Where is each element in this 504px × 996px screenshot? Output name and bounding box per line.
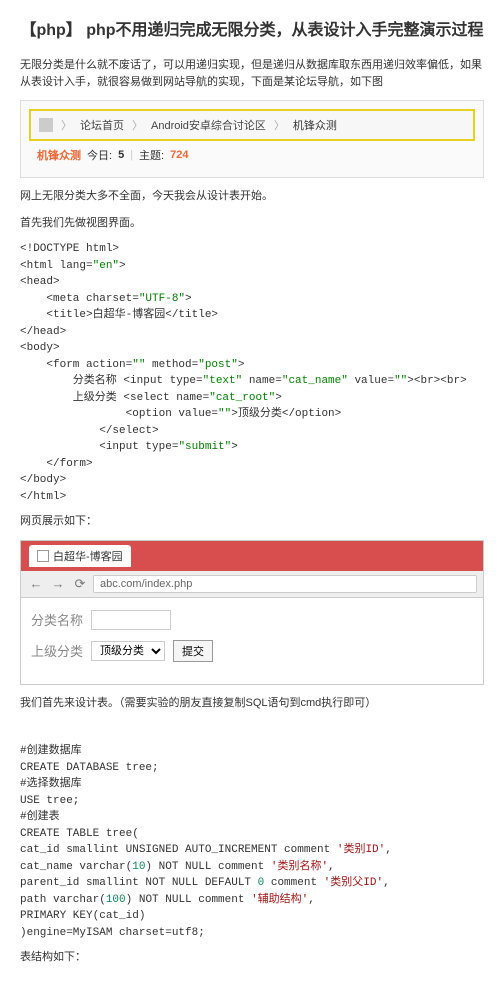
paragraph: 网上无限分类大多不全面，今天我会从设计表开始。 [20, 188, 484, 205]
breadcrumb: 〉 论坛首页 〉 Android安卓综合讨论区 〉 机锋众测 [29, 109, 475, 141]
browser-tabbar: 白超华-博客园 [21, 541, 483, 571]
stats-topics: 724 [170, 149, 188, 161]
forum-stats: 机锋众测 今日: 5 | 主题: 724 [29, 141, 475, 169]
tab-title: 白超华-博客园 [53, 548, 123, 564]
paragraph: 我们首先来设计表。（需要实验的朋友直接复制SQL语句到cmd执行即可） [20, 695, 484, 712]
browser-figure: 白超华-博客园 ← → ⟳ abc.com/index.php 分类名称 上级分… [20, 540, 484, 685]
intro-paragraph: 无限分类是什么就不废话了，可以用递归实现，但是递归从数据库取东西用递归效率偏低，… [20, 57, 484, 90]
submit-button[interactable]: 提交 [173, 640, 213, 662]
url-input[interactable]: abc.com/index.php [93, 575, 477, 593]
breadcrumb-separator: 〉 [61, 117, 72, 133]
article-title: 【php】 php不用递归完成无限分类，从表设计入手完整演示过程 [20, 20, 484, 42]
home-icon [39, 118, 53, 132]
parent-category-select[interactable]: 顶级分类 [91, 641, 165, 661]
address-bar: ← → ⟳ abc.com/index.php [21, 571, 483, 598]
category-name-input[interactable] [91, 610, 171, 630]
form-label: 分类名称 [31, 610, 83, 629]
paragraph: 首先我们先做视图界面。 [20, 215, 484, 232]
forum-nav-figure: 〉 论坛首页 〉 Android安卓综合讨论区 〉 机锋众测 机锋众测 今日: … [20, 100, 484, 178]
paragraph: 网页展示如下： [20, 513, 484, 530]
reload-icon[interactable]: ⟳ [71, 575, 89, 593]
stats-today: 5 [118, 149, 124, 161]
page-content: 分类名称 上级分类 顶级分类 提交 [21, 598, 483, 684]
form-label: 上级分类 [31, 641, 83, 660]
breadcrumb-item: 论坛首页 [80, 117, 124, 133]
html-code-block: <!DOCTYPE html> <html lang="en"> <head> … [20, 241, 484, 505]
paragraph: 表结构如下： [20, 949, 484, 966]
breadcrumb-separator: 〉 [132, 117, 143, 133]
back-icon[interactable]: ← [27, 575, 45, 593]
page-icon [37, 550, 49, 562]
breadcrumb-item-active: 机锋众测 [293, 117, 337, 133]
browser-tab[interactable]: 白超华-博客园 [29, 545, 131, 567]
breadcrumb-item: Android安卓综合讨论区 [151, 117, 266, 133]
stats-separator: | [130, 149, 133, 161]
forward-icon[interactable]: → [49, 575, 67, 593]
sql-code-block: #创建数据库 CREATE DATABASE tree; #选择数据库 USE … [20, 743, 484, 941]
stats-label: 主题: [139, 147, 164, 163]
stats-label: 今日: [87, 147, 112, 163]
forum-name: 机锋众测 [37, 147, 81, 163]
breadcrumb-separator: 〉 [274, 117, 285, 133]
